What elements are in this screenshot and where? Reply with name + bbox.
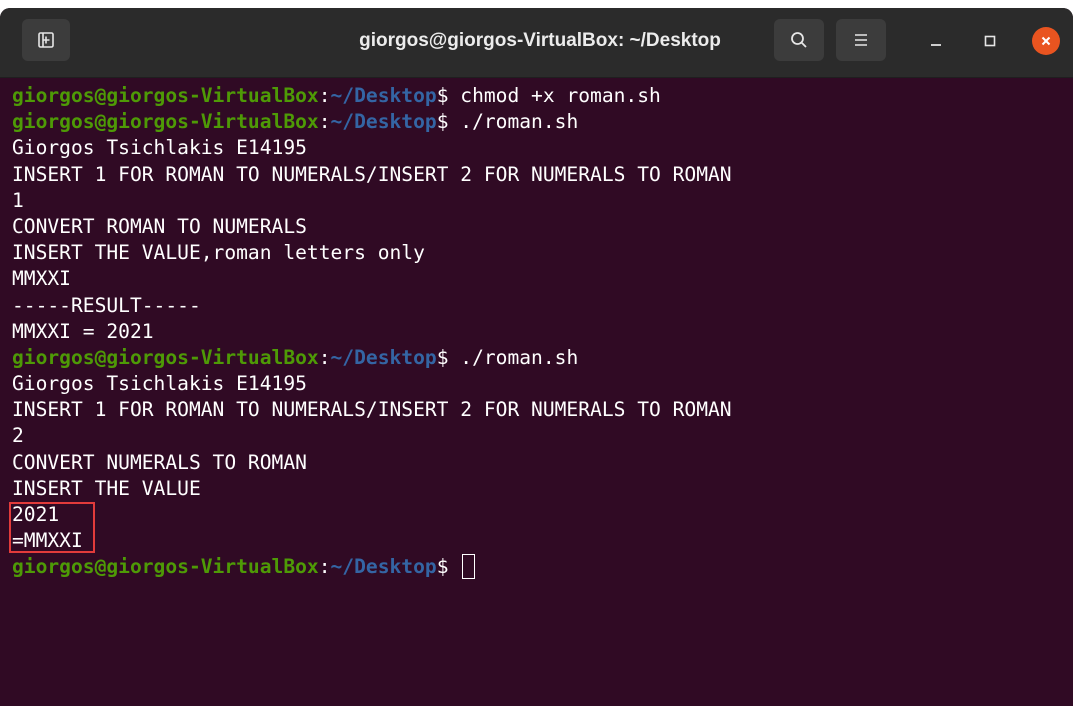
output-line: 1 bbox=[12, 188, 24, 212]
prompt-path: ~/Desktop bbox=[330, 345, 437, 369]
prompt-line: giorgos@giorgos-VirtualBox:~/Desktop$ ./… bbox=[12, 109, 1073, 135]
prompt-symbol: $ bbox=[436, 84, 449, 107]
output-line: INSERT THE VALUE bbox=[12, 476, 201, 500]
new-tab-button[interactable] bbox=[22, 19, 70, 61]
prompt-line: giorgos@giorgos-VirtualBox:~/Desktop$ ./… bbox=[12, 345, 1073, 371]
hamburger-menu-icon bbox=[855, 34, 867, 46]
terminal-window: giorgos@giorgos-VirtualBox: ~/Desktop gi… bbox=[0, 8, 1073, 706]
prompt-colon: : bbox=[318, 84, 331, 107]
output-line: MMXXI = 2021 bbox=[12, 319, 154, 343]
prompt-colon: : bbox=[318, 555, 331, 579]
command-text: ./roman.sh bbox=[448, 110, 579, 134]
terminal-output[interactable]: giorgos@giorgos-VirtualBox:~/Desktop$ ch… bbox=[0, 80, 1073, 706]
title-bar[interactable]: giorgos@giorgos-VirtualBox: ~/Desktop bbox=[0, 8, 1073, 78]
prompt-colon: : bbox=[318, 345, 331, 369]
output-line: -----RESULT----- bbox=[12, 293, 201, 317]
output-line: Giorgos Tsichlakis E14195 bbox=[12, 136, 307, 160]
prompt-symbol: $ bbox=[436, 110, 449, 134]
prompt-path: ~/Desktop bbox=[330, 84, 437, 107]
output-line: 2021 bbox=[12, 503, 60, 526]
prompt-path: ~/Desktop bbox=[330, 555, 437, 579]
output-line: INSERT THE VALUE,roman letters only bbox=[12, 241, 425, 265]
output-line: INSERT 1 FOR ROMAN TO NUMERALS/INSERT 2 … bbox=[12, 398, 732, 422]
minimize-icon bbox=[931, 44, 941, 46]
search-button[interactable] bbox=[774, 19, 824, 61]
prompt-user-host: giorgos@giorgos-VirtualBox bbox=[12, 84, 319, 107]
output-line: CONVERT NUMERALS TO ROMAN bbox=[12, 450, 307, 474]
prompt-user-host: giorgos@giorgos-VirtualBox bbox=[12, 110, 319, 134]
command-text: chmod +x roman.sh bbox=[448, 84, 661, 107]
output-line: =MMXXI bbox=[12, 529, 83, 553]
prompt-user-host: giorgos@giorgos-VirtualBox bbox=[12, 345, 319, 369]
output-line: CONVERT ROMAN TO NUMERALS bbox=[12, 214, 307, 238]
close-button[interactable] bbox=[1032, 27, 1060, 55]
prompt-path: ~/Desktop bbox=[330, 110, 437, 134]
minimize-button[interactable] bbox=[922, 27, 950, 55]
close-icon bbox=[1041, 36, 1051, 46]
output-line: MMXXI bbox=[12, 267, 71, 291]
prompt-symbol: $ bbox=[436, 555, 449, 579]
maximize-icon bbox=[984, 35, 996, 47]
command-text: ./roman.sh bbox=[448, 345, 579, 369]
maximize-button[interactable] bbox=[976, 27, 1004, 55]
output-line: Giorgos Tsichlakis E14195 bbox=[12, 372, 307, 396]
prompt-colon: : bbox=[318, 110, 331, 134]
search-icon bbox=[791, 32, 807, 48]
text-cursor bbox=[462, 554, 476, 580]
new-tab-icon bbox=[38, 32, 54, 48]
prompt-line: giorgos@giorgos-VirtualBox:~/Desktop$ bbox=[12, 554, 1073, 580]
output-line: INSERT 1 FOR ROMAN TO NUMERALS/INSERT 2 … bbox=[12, 162, 732, 186]
command-text bbox=[448, 555, 460, 578]
highlight-annotation-box bbox=[9, 502, 95, 553]
window-title: giorgos@giorgos-VirtualBox: ~/Desktop bbox=[359, 30, 721, 51]
output-line: 2 bbox=[12, 424, 24, 448]
prompt-user-host: giorgos@giorgos-VirtualBox bbox=[12, 555, 319, 579]
prompt-symbol: $ bbox=[436, 345, 449, 369]
menu-button[interactable] bbox=[836, 19, 886, 61]
prompt-line: giorgos@giorgos-VirtualBox:~/Desktop$ ch… bbox=[12, 83, 1073, 109]
